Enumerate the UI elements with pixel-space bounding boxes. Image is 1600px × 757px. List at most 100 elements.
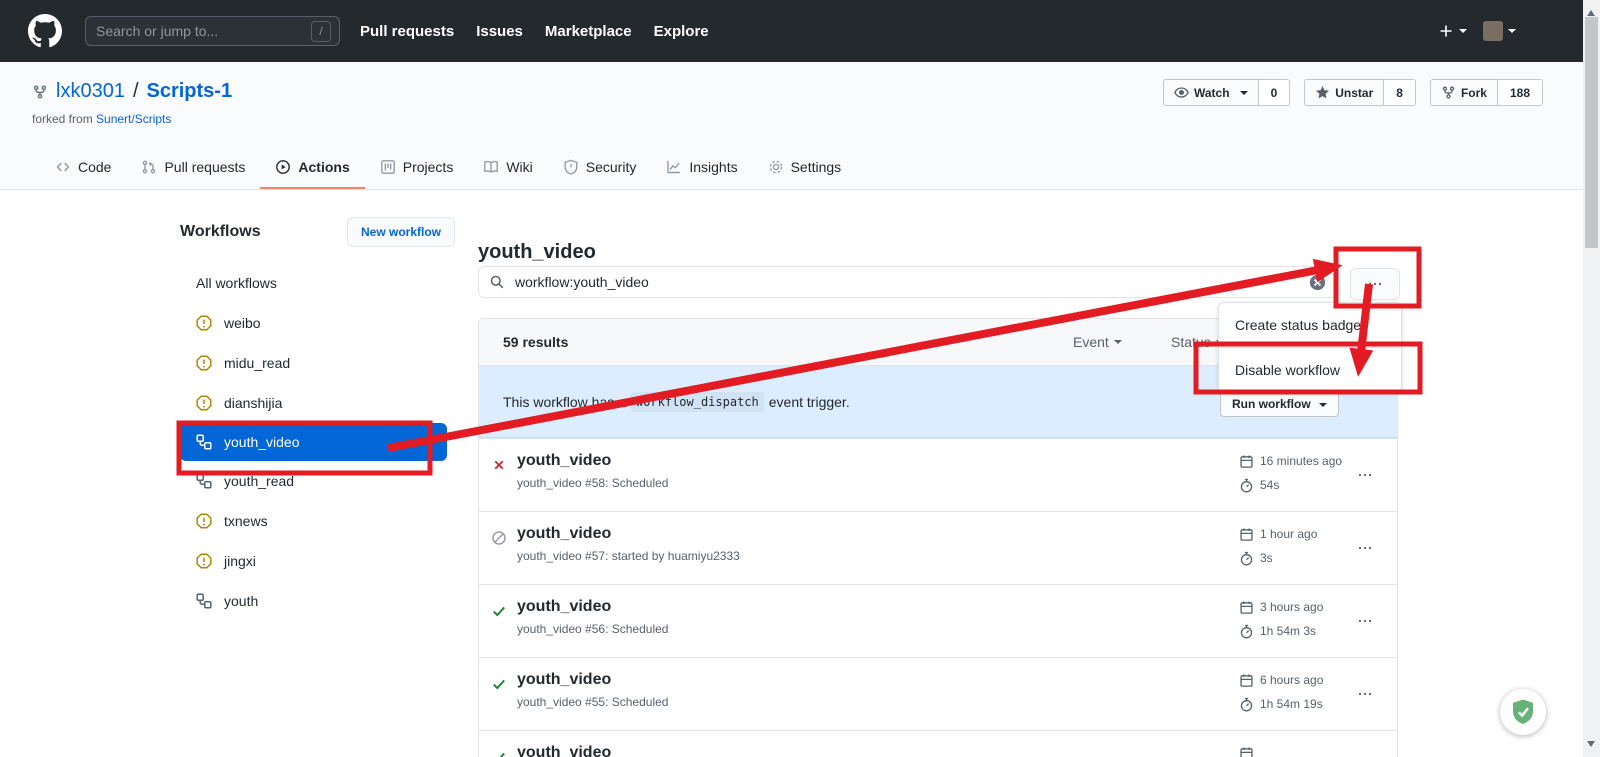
- scrollbar-down-arrow[interactable]: [1587, 741, 1595, 751]
- kebab-horizontal-icon: [1367, 276, 1383, 292]
- nav-explore[interactable]: Explore: [654, 23, 709, 40]
- tab-insights[interactable]: Insights: [651, 147, 752, 189]
- scrollbar-thumb[interactable]: [1585, 17, 1598, 248]
- plus-icon: [1438, 23, 1454, 39]
- star-button-group: Unstar 8: [1304, 79, 1416, 106]
- sidebar-item-all-workflows[interactable]: All workflows: [180, 263, 455, 303]
- create-new-menu[interactable]: [1438, 23, 1467, 39]
- global-search-input[interactable]: [94, 22, 311, 40]
- stopwatch-icon: [1239, 697, 1254, 712]
- tab-projects[interactable]: Projects: [365, 147, 469, 189]
- gear-icon: [768, 159, 784, 175]
- runs-filter-box[interactable]: [478, 266, 1337, 298]
- menu-item-disable-workflow[interactable]: Disable workflow: [1219, 347, 1401, 391]
- nav-issues[interactable]: Issues: [476, 23, 523, 40]
- global-search-box[interactable]: /: [85, 16, 340, 46]
- global-nav: Pull requests Issues Marketplace Explore: [360, 0, 709, 62]
- sidebar-item-dianshijia[interactable]: dianshijia: [180, 383, 455, 423]
- run-options-button[interactable]: [1357, 467, 1373, 483]
- forked-from-link[interactable]: Sunert/Scripts: [96, 112, 171, 126]
- runs-filter-input[interactable]: [513, 273, 1301, 291]
- stopwatch-icon: [1239, 624, 1254, 639]
- run-workflow-button[interactable]: Run workflow: [1220, 391, 1339, 417]
- failure-icon: [491, 457, 507, 473]
- watch-count[interactable]: 0: [1259, 79, 1291, 106]
- status-filter-label: Status: [1171, 334, 1211, 350]
- new-workflow-button[interactable]: New workflow: [347, 217, 455, 247]
- menu-item-create-status-badge[interactable]: Create status badge: [1219, 303, 1401, 347]
- run-row: youth_video: [479, 730, 1397, 757]
- repo-forked-icon: [1441, 85, 1456, 100]
- sidebar-item-weibo[interactable]: weibo: [180, 303, 455, 343]
- workflow-icon: [196, 473, 212, 489]
- banner-text: This workflow has a: [503, 394, 626, 410]
- code-icon: [55, 159, 71, 175]
- repo-header: lxk0301 / Scripts-1 forked from Sunert/S…: [0, 62, 1583, 190]
- run-title-link[interactable]: youth_video: [517, 598, 668, 616]
- fork-button[interactable]: Fork: [1430, 79, 1498, 106]
- run-title-link[interactable]: youth_video: [517, 671, 668, 689]
- tab-label: Insights: [689, 159, 737, 175]
- tab-pull-requests[interactable]: Pull requests: [126, 147, 260, 189]
- fork-count[interactable]: 188: [1498, 79, 1543, 106]
- nav-marketplace[interactable]: Marketplace: [545, 23, 632, 40]
- sidebar-item-jingxi[interactable]: jingxi: [180, 541, 455, 581]
- page-scrollbar[interactable]: [1583, 0, 1600, 757]
- run-title-link[interactable]: youth_video: [517, 744, 611, 757]
- caret-down-icon: [1459, 29, 1467, 37]
- run-time: 16 minutes ago: [1260, 454, 1342, 468]
- watch-button[interactable]: Watch: [1163, 79, 1259, 106]
- graph-icon: [666, 159, 682, 175]
- success-icon: [491, 749, 507, 757]
- forked-from-label: forked from: [32, 112, 93, 126]
- workflows-sidebar: Workflows New workflow All workflows wei…: [180, 214, 455, 621]
- tab-label: Code: [78, 159, 111, 175]
- repo-title: lxk0301 / Scripts-1: [32, 80, 232, 103]
- run-row: youth_video youth_video #56: Scheduled 3…: [479, 584, 1397, 657]
- calendar-icon: [1239, 673, 1254, 688]
- adguard-badge[interactable]: [1500, 689, 1546, 735]
- status-filter[interactable]: Status: [1171, 319, 1224, 365]
- calendar-icon: [1239, 527, 1254, 542]
- sidebar-item-youth_read[interactable]: youth_read: [180, 461, 455, 501]
- tab-wiki[interactable]: Wiki: [468, 147, 547, 189]
- nav-pull-requests[interactable]: Pull requests: [360, 23, 454, 40]
- clear-filter-icon[interactable]: [1309, 274, 1326, 291]
- tab-settings[interactable]: Settings: [753, 147, 857, 189]
- run-options-button[interactable]: [1357, 686, 1373, 702]
- repo-owner-link[interactable]: lxk0301: [56, 80, 125, 103]
- run-options-button[interactable]: [1357, 613, 1373, 629]
- sidebar-item-midu_read[interactable]: midu_read: [180, 343, 455, 383]
- workflow-label: youth_video: [224, 434, 300, 450]
- tab-actions[interactable]: Actions: [260, 147, 364, 189]
- book-icon: [483, 159, 499, 175]
- run-title-link[interactable]: youth_video: [517, 525, 740, 543]
- event-filter[interactable]: Event: [1073, 319, 1122, 365]
- user-menu[interactable]: [1483, 21, 1516, 41]
- stopwatch-icon: [1239, 551, 1254, 566]
- tab-label: Projects: [403, 159, 454, 175]
- run-time: 3 hours ago: [1260, 600, 1323, 614]
- github-logo-icon[interactable]: [28, 14, 62, 48]
- play-icon: [275, 159, 291, 175]
- shield-check-icon: [1508, 697, 1538, 727]
- unstar-label: Unstar: [1335, 86, 1373, 100]
- tab-label: Security: [586, 159, 637, 175]
- sidebar-item-txnews[interactable]: txnews: [180, 501, 455, 541]
- run-title-link[interactable]: youth_video: [517, 452, 668, 470]
- sidebar-item-youth[interactable]: youth: [180, 581, 455, 621]
- avatar[interactable]: [1483, 21, 1503, 41]
- forked-from: forked from Sunert/Scripts: [32, 112, 171, 126]
- sidebar-item-youth_video[interactable]: youth_video: [180, 423, 447, 461]
- tab-code[interactable]: Code: [40, 147, 126, 189]
- workflow-label: midu_read: [224, 355, 290, 371]
- navbar-right: [1438, 0, 1516, 62]
- run-options-button[interactable]: [1357, 540, 1373, 556]
- star-count[interactable]: 8: [1384, 79, 1416, 106]
- run-duration: 1h 54m 3s: [1260, 624, 1316, 638]
- tab-security[interactable]: Security: [548, 147, 652, 189]
- scrollbar-up-arrow[interactable]: [1587, 6, 1595, 16]
- unstar-button[interactable]: Unstar: [1304, 79, 1384, 106]
- git-pull-request-icon: [141, 159, 157, 175]
- repo-name-link[interactable]: Scripts-1: [147, 80, 233, 103]
